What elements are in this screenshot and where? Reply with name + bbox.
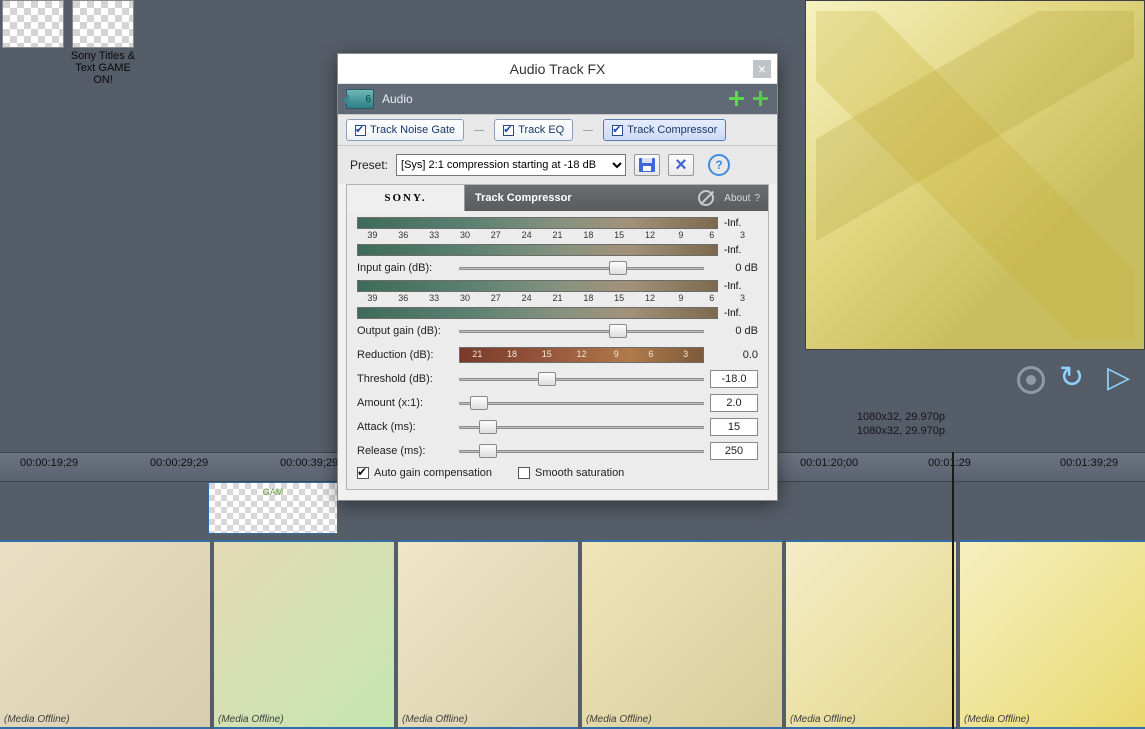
video-clip[interactable]: (Media Offline) xyxy=(960,540,1145,729)
video-clip[interactable]: (Media Offline) xyxy=(786,540,956,729)
add-fx-icon[interactable] xyxy=(727,89,745,107)
checkbox-icon xyxy=(357,467,369,479)
output-gain-slider[interactable] xyxy=(459,323,704,339)
fx-chain-tabs: Track Noise Gate Track EQ Track Compressor xyxy=(338,114,777,146)
plugin-help-icon[interactable]: ? xyxy=(754,193,760,204)
preset-select[interactable]: [Sys] 2:1 compression starting at -18 dB xyxy=(396,154,626,176)
output-gain-value: 0 dB xyxy=(710,325,758,337)
fx-tab[interactable]: Track Compressor xyxy=(603,119,726,141)
ruler-tick: 00:01:39;29 xyxy=(1060,457,1118,469)
release-input[interactable] xyxy=(710,442,758,460)
add-fx-alt-icon[interactable] xyxy=(751,89,769,107)
close-button[interactable]: × xyxy=(753,60,771,78)
attack-slider[interactable] xyxy=(459,419,704,435)
bin-thumb[interactable] xyxy=(0,0,66,48)
threshold-input[interactable] xyxy=(710,370,758,388)
preset-row: Preset: [Sys] 2:1 compression starting a… xyxy=(338,146,777,184)
ruler-tick: 00:00:19;29 xyxy=(20,457,78,469)
about-link[interactable]: About xyxy=(724,193,750,204)
ruler-tick: 00:00:39;29 xyxy=(280,457,338,469)
playhead[interactable] xyxy=(952,452,954,729)
checkbox-icon xyxy=(518,467,530,479)
track-name: Audio xyxy=(382,92,413,106)
bypass-icon[interactable] xyxy=(698,190,714,206)
fx-tab[interactable]: Track EQ xyxy=(494,119,573,141)
video-preview xyxy=(805,0,1145,350)
input-gain-row: Input gain (dB): 0 dB xyxy=(357,256,758,280)
smooth-saturation-checkbox[interactable]: Smooth saturation xyxy=(518,467,624,479)
bin-thumb-label: Sony Titles & Text GAME ON! xyxy=(70,50,136,86)
checkbox-icon xyxy=(612,125,623,136)
input-gain-value: 0 dB xyxy=(710,262,758,274)
save-preset-button[interactable] xyxy=(634,154,660,176)
ruler-tick: 00:00:29;29 xyxy=(150,457,208,469)
output-gain-row: Output gain (dB): 0 dB xyxy=(357,319,758,343)
delete-preset-button[interactable]: × xyxy=(668,154,694,176)
track-badge: 6 xyxy=(346,89,374,109)
db-scale: 39363330272421181512963 xyxy=(357,293,758,305)
preset-label: Preset: xyxy=(350,158,388,172)
attack-input[interactable] xyxy=(710,418,758,436)
help-button[interactable]: ? xyxy=(708,154,730,176)
loop-button[interactable]: ↻ xyxy=(1059,363,1093,397)
auto-gain-checkbox[interactable]: Auto gain compensation xyxy=(357,467,492,479)
reduction-row: Reduction (dB): 21181512963 0.0 xyxy=(357,343,758,367)
release-slider[interactable] xyxy=(459,443,704,459)
compressor-plugin-panel: SONY. Track Compressor About ? -Inf. 393… xyxy=(346,184,769,490)
ruler-tick: 00:01:20;00 xyxy=(800,457,858,469)
record-button[interactable] xyxy=(1017,366,1045,394)
video-clip[interactable]: (Media Offline) xyxy=(214,540,394,729)
bin-thumb[interactable]: Sony Titles & Text GAME ON! xyxy=(70,0,136,86)
amount-input[interactable] xyxy=(710,394,758,412)
dialog-titlebar[interactable]: Audio Track FX × xyxy=(338,54,777,84)
reduction-meter: 21181512963 xyxy=(459,347,704,363)
fx-chain-header: 6 Audio xyxy=(338,84,777,114)
checkbox-icon xyxy=(503,125,514,136)
play-button[interactable]: ▷ xyxy=(1107,363,1141,397)
format-info: 1080x32, 29.970p 1080x32, 29.970p xyxy=(857,410,945,438)
audio-track-fx-dialog: Audio Track FX × 6 Audio Track Noise Gat… xyxy=(337,53,778,501)
input-peak-r: -Inf. xyxy=(724,245,758,256)
input-gain-slider[interactable] xyxy=(459,260,704,276)
reduction-value: 0.0 xyxy=(710,349,758,361)
ruler-tick: 00:01:29 xyxy=(928,457,971,469)
plugin-name: Track Compressor xyxy=(465,192,698,204)
dialog-title: Audio Track FX xyxy=(510,61,606,77)
transport-controls: ↻ ▷ xyxy=(1017,356,1141,404)
video-clip[interactable]: (Media Offline) xyxy=(398,540,578,729)
video-track[interactable]: (Media Offline) (Media Offline) (Media O… xyxy=(0,540,1145,729)
checkbox-icon xyxy=(355,125,366,136)
plugin-header: SONY. Track Compressor About ? xyxy=(347,185,768,211)
input-peak-l: -Inf. xyxy=(724,218,758,229)
output-meter-l xyxy=(357,280,718,292)
video-clip[interactable]: (Media Offline) xyxy=(0,540,210,729)
x-icon: × xyxy=(675,157,687,173)
title-clip[interactable]: GAM xyxy=(208,482,338,534)
amount-slider[interactable] xyxy=(459,395,704,411)
disk-icon xyxy=(639,158,655,172)
brand-logo: SONY. xyxy=(347,185,465,211)
db-scale: 39363330272421181512963 xyxy=(357,230,758,242)
output-meter-r xyxy=(357,307,718,319)
input-meter-l xyxy=(357,217,718,229)
threshold-slider[interactable] xyxy=(459,371,704,387)
video-clip[interactable]: (Media Offline) xyxy=(582,540,782,729)
input-meter-r xyxy=(357,244,718,256)
fx-tab[interactable]: Track Noise Gate xyxy=(346,119,464,141)
